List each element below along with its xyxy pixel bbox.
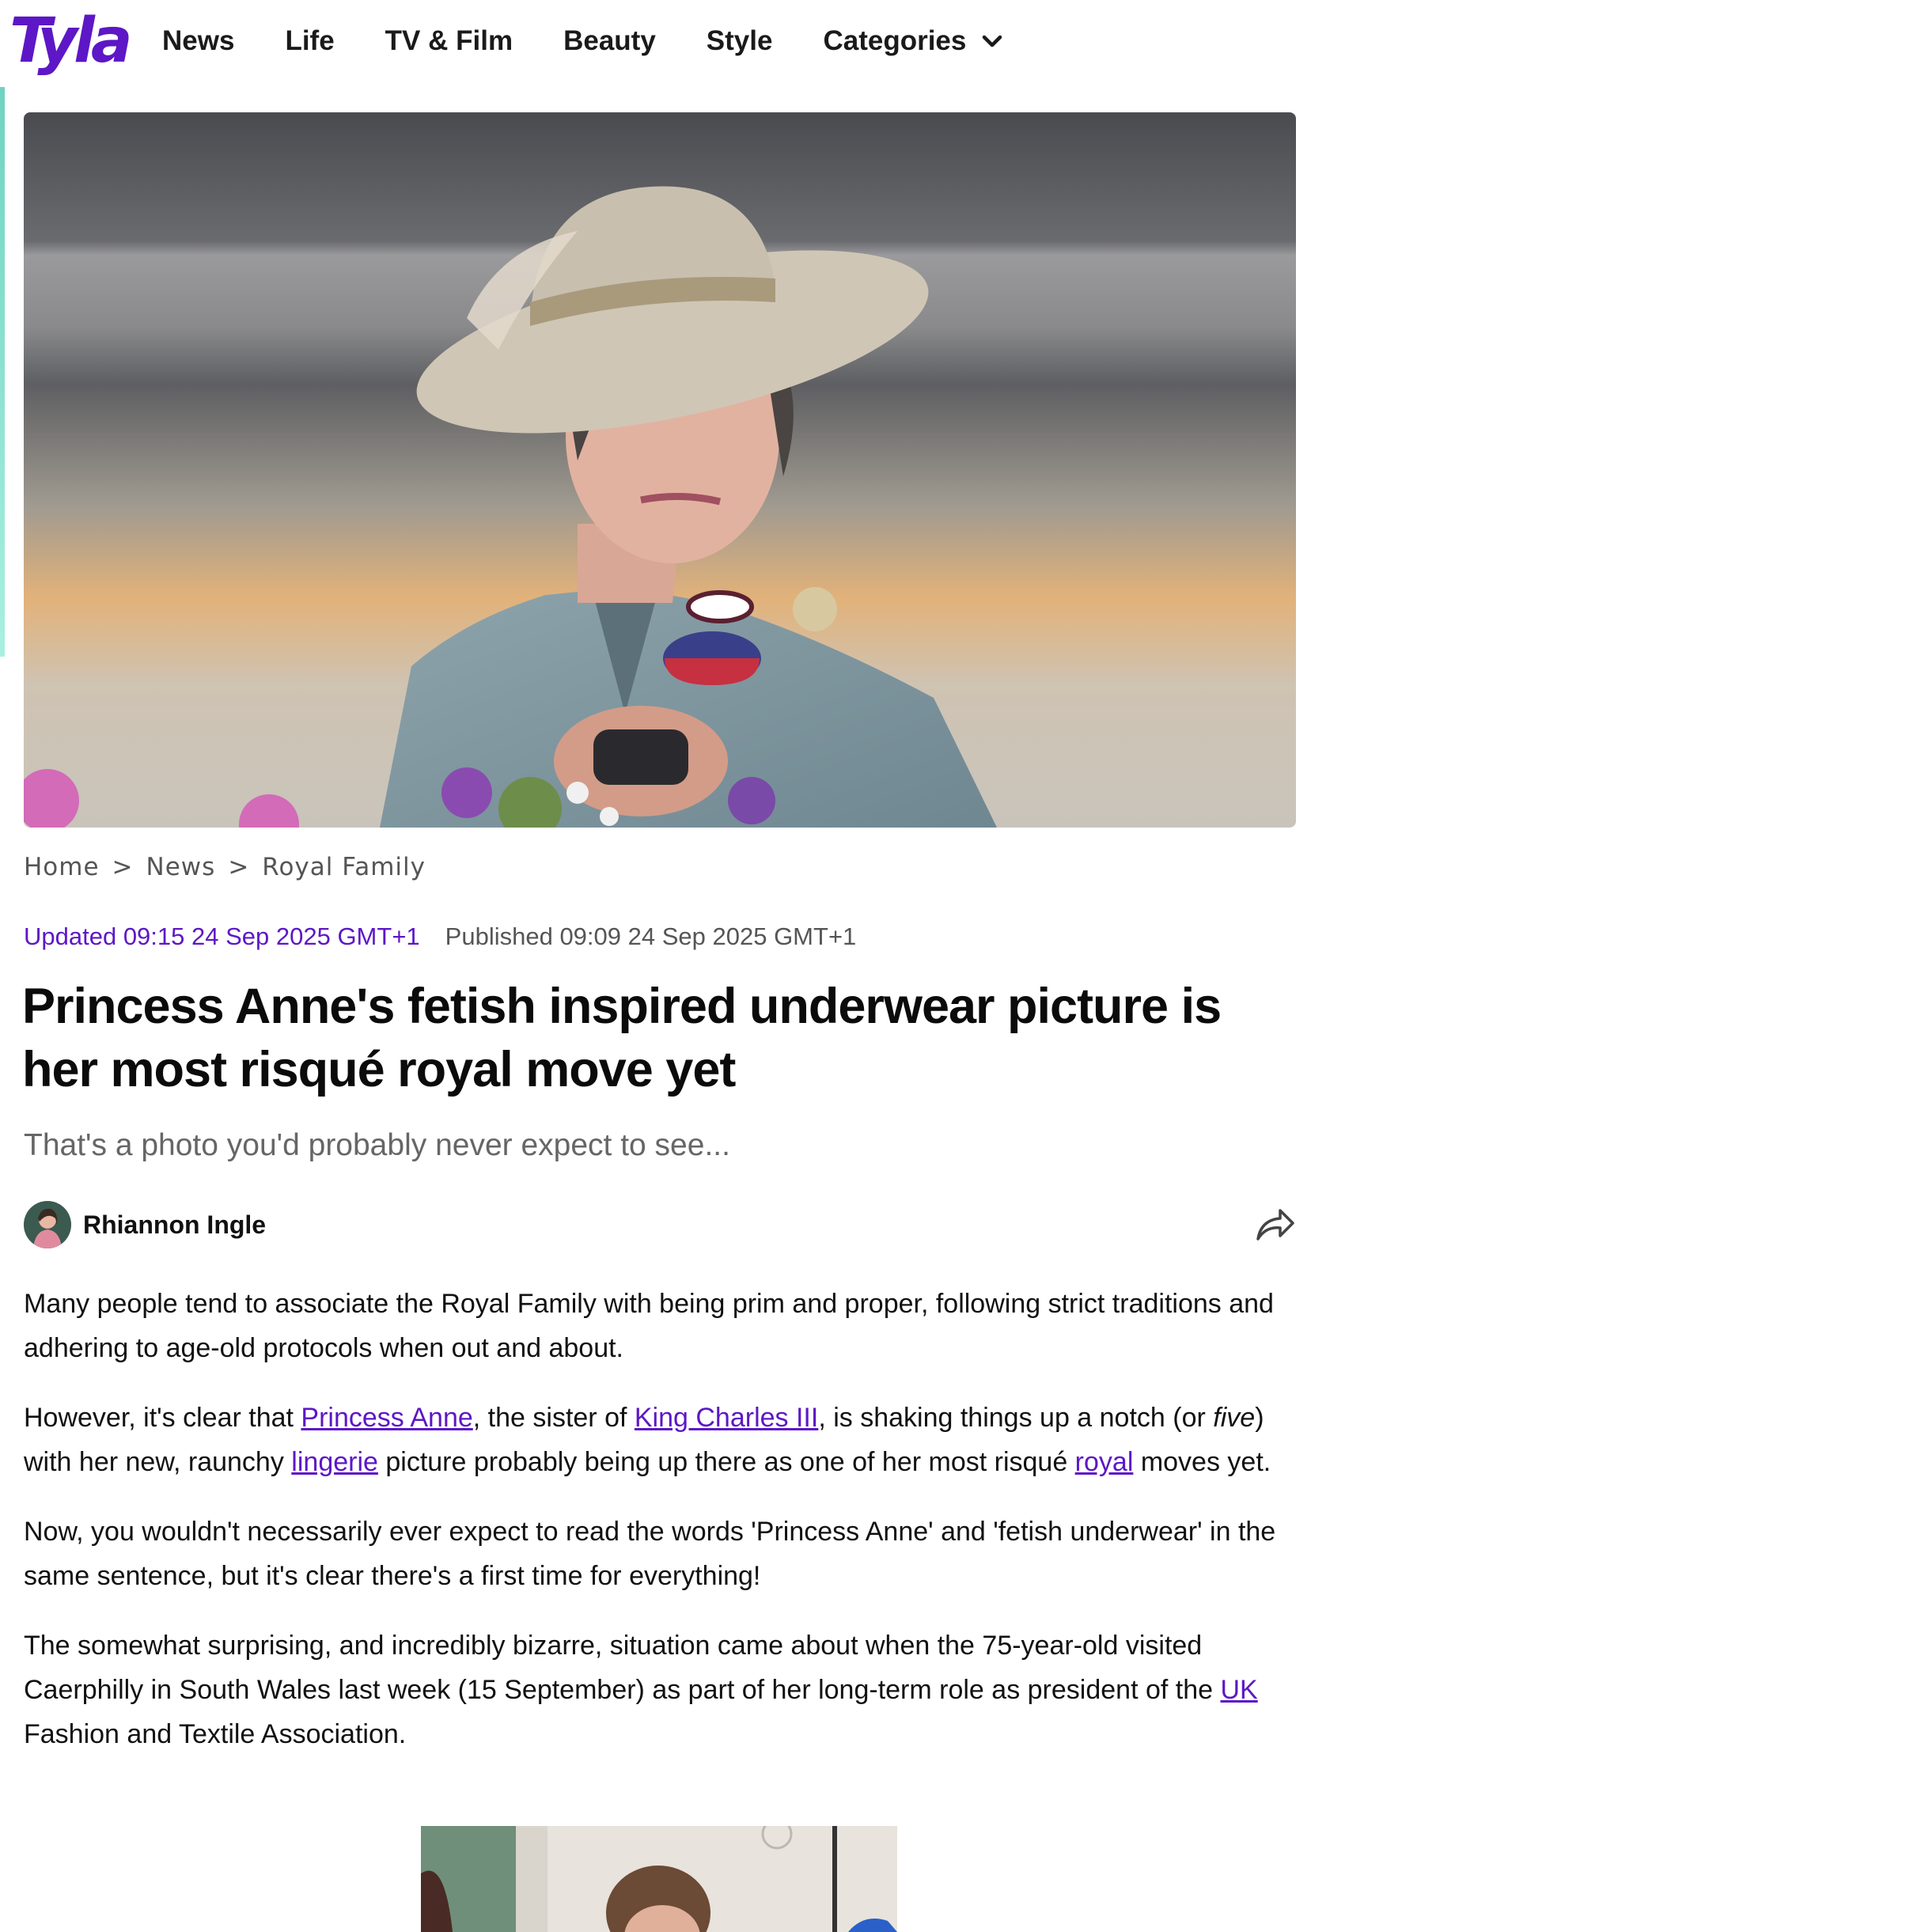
share-icon[interactable]: [1253, 1204, 1296, 1244]
published-date: Published 09:09 24 Sep 2025 GMT+1: [445, 922, 857, 950]
p2-text: , is shaking things up a notch (or: [818, 1403, 1214, 1433]
paragraph-1: Many people tend to associate the Royal …: [24, 1289, 1274, 1363]
breadcrumb-royal-family[interactable]: Royal Family: [262, 853, 426, 881]
article-standfirst: That's a photo you'd probably never expe…: [24, 1128, 730, 1162]
breadcrumb-separator: >: [112, 853, 134, 881]
author-name[interactable]: Rhiannon Ingle: [83, 1210, 266, 1240]
link-royal[interactable]: royal: [1075, 1447, 1134, 1477]
nav-categories-dropdown[interactable]: Categories: [823, 25, 1004, 57]
p4-text: Fashion and Textile Association.: [24, 1719, 407, 1749]
nav-item-life[interactable]: Life: [285, 25, 334, 57]
p2-text: picture probably being up there as one o…: [377, 1447, 1075, 1477]
hero-image: [24, 112, 1296, 828]
link-king-charles-iii[interactable]: King Charles III: [635, 1403, 818, 1433]
chevron-down-icon: [983, 35, 1002, 47]
breadcrumb-separator: >: [228, 853, 250, 881]
article-dates: Updated 09:15 24 Sep 2025 GMT+1 Publishe…: [24, 922, 856, 951]
scroll-progress-bar: [0, 87, 5, 657]
nav-item-news[interactable]: News: [162, 25, 234, 57]
link-lingerie[interactable]: lingerie: [291, 1447, 378, 1477]
p2-text: , the sister of: [472, 1403, 635, 1433]
inline-article-image: [421, 1826, 897, 1932]
link-uk[interactable]: UK: [1220, 1675, 1257, 1705]
main-nav: News Life TV & Film Beauty Style Categor…: [162, 0, 1055, 82]
link-princess-anne[interactable]: Princess Anne: [301, 1403, 472, 1433]
breadcrumb-news[interactable]: News: [146, 853, 216, 881]
paragraph-4: The somewhat surprising, and incredibly …: [24, 1623, 1305, 1756]
nav-item-beauty[interactable]: Beauty: [563, 25, 656, 57]
site-logo[interactable]: Tyla: [9, 3, 132, 79]
article-body: Many people tend to associate the Royal …: [24, 1282, 1305, 1782]
nav-categories-label: Categories: [823, 25, 967, 56]
updated-date: Updated 09:15 24 Sep 2025 GMT+1: [24, 922, 420, 950]
site-header: Tyla News Life TV & Film Beauty Style Ca…: [0, 0, 1108, 82]
breadcrumb-home[interactable]: Home: [24, 853, 100, 881]
breadcrumb: Home > News > Royal Family: [24, 853, 426, 881]
nav-item-style[interactable]: Style: [707, 25, 773, 57]
paragraph-3: Now, you wouldn't necessarily ever expec…: [24, 1517, 1276, 1591]
p2-text: moves yet.: [1133, 1447, 1271, 1477]
p2-emphasis: five: [1213, 1403, 1256, 1433]
p4-text: The somewhat surprising, and incredibly …: [24, 1631, 1221, 1705]
author-avatar[interactable]: [24, 1201, 71, 1248]
article-headline: Princess Anne's fetish inspired underwea…: [22, 979, 1222, 1097]
nav-item-tv-film[interactable]: TV & Film: [385, 25, 513, 57]
paragraph-2: However, it's clear that Princess Anne, …: [24, 1396, 1305, 1484]
author-row: Rhiannon Ingle: [24, 1199, 1296, 1250]
p2-text: However, it's clear that: [24, 1403, 301, 1433]
